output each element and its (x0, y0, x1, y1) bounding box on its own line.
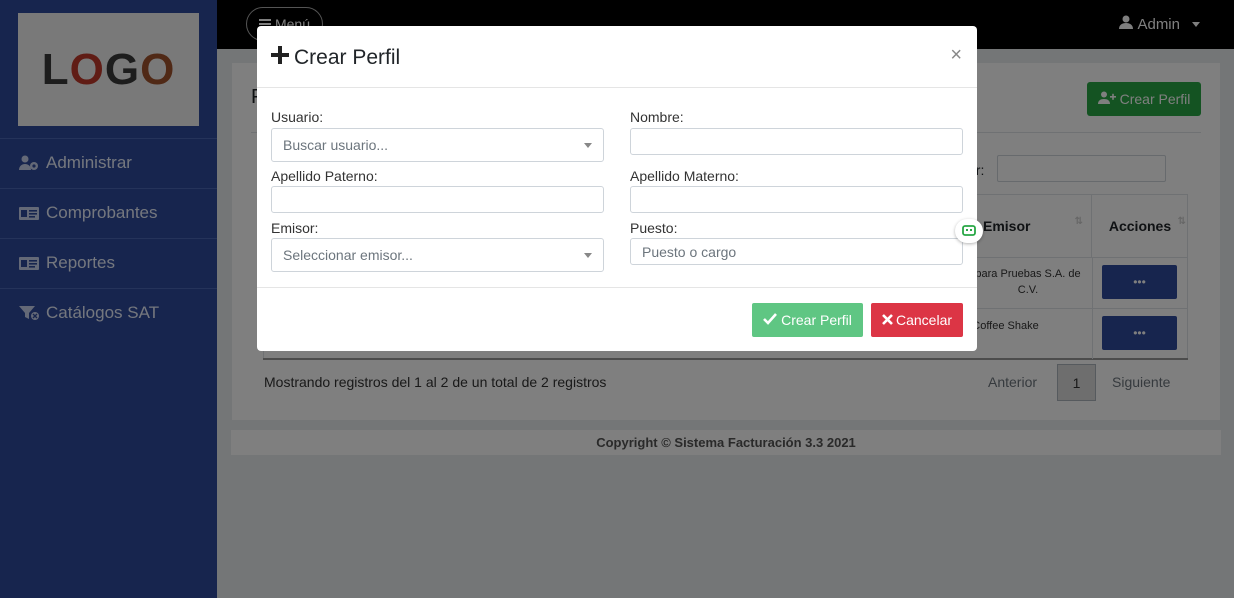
usuario-label: Usuario: (271, 109, 324, 125)
chevron-down-icon (584, 143, 592, 148)
modal-header: Crear Perfil × (257, 26, 977, 88)
nombre-field[interactable] (630, 128, 963, 155)
submit-create-profile-button[interactable]: Crear Perfil (752, 303, 863, 337)
modal-footer-divider (257, 287, 977, 288)
apellido-paterno-field[interactable] (271, 186, 604, 213)
apellido-materno-field[interactable] (630, 186, 963, 213)
cancel-button[interactable]: Cancelar (871, 303, 963, 337)
usuario-select[interactable]: Buscar usuario... (271, 128, 604, 162)
usuario-placeholder: Buscar usuario... (283, 137, 389, 153)
submit-label: Crear Perfil (781, 312, 852, 328)
check-icon (763, 312, 778, 328)
puesto-placeholder: Puesto o cargo (642, 243, 737, 260)
puesto-label: Puesto: (630, 220, 678, 236)
apellido-paterno-label: Apellido Paterno: (271, 168, 378, 184)
close-icon (882, 312, 893, 328)
assistant-icon[interactable] (955, 219, 983, 243)
emisor-select[interactable]: Seleccionar emisor... (271, 238, 604, 272)
cancel-label: Cancelar (895, 312, 953, 328)
emisor-placeholder: Seleccionar emisor... (283, 247, 413, 263)
puesto-field[interactable]: Puesto o cargo (630, 238, 963, 265)
create-profile-modal: Crear Perfil × Usuario: Buscar usuario..… (257, 26, 977, 351)
plus-icon (270, 45, 290, 71)
chevron-down-icon (584, 253, 592, 258)
apellido-materno-label: Apellido Materno: (630, 168, 739, 184)
close-icon[interactable]: × (950, 44, 962, 67)
modal-title: Crear Perfil (270, 45, 400, 71)
nombre-label: Nombre: (630, 109, 684, 125)
modal-title-text: Crear Perfil (294, 46, 401, 69)
emisor-label: Emisor: (271, 220, 319, 236)
